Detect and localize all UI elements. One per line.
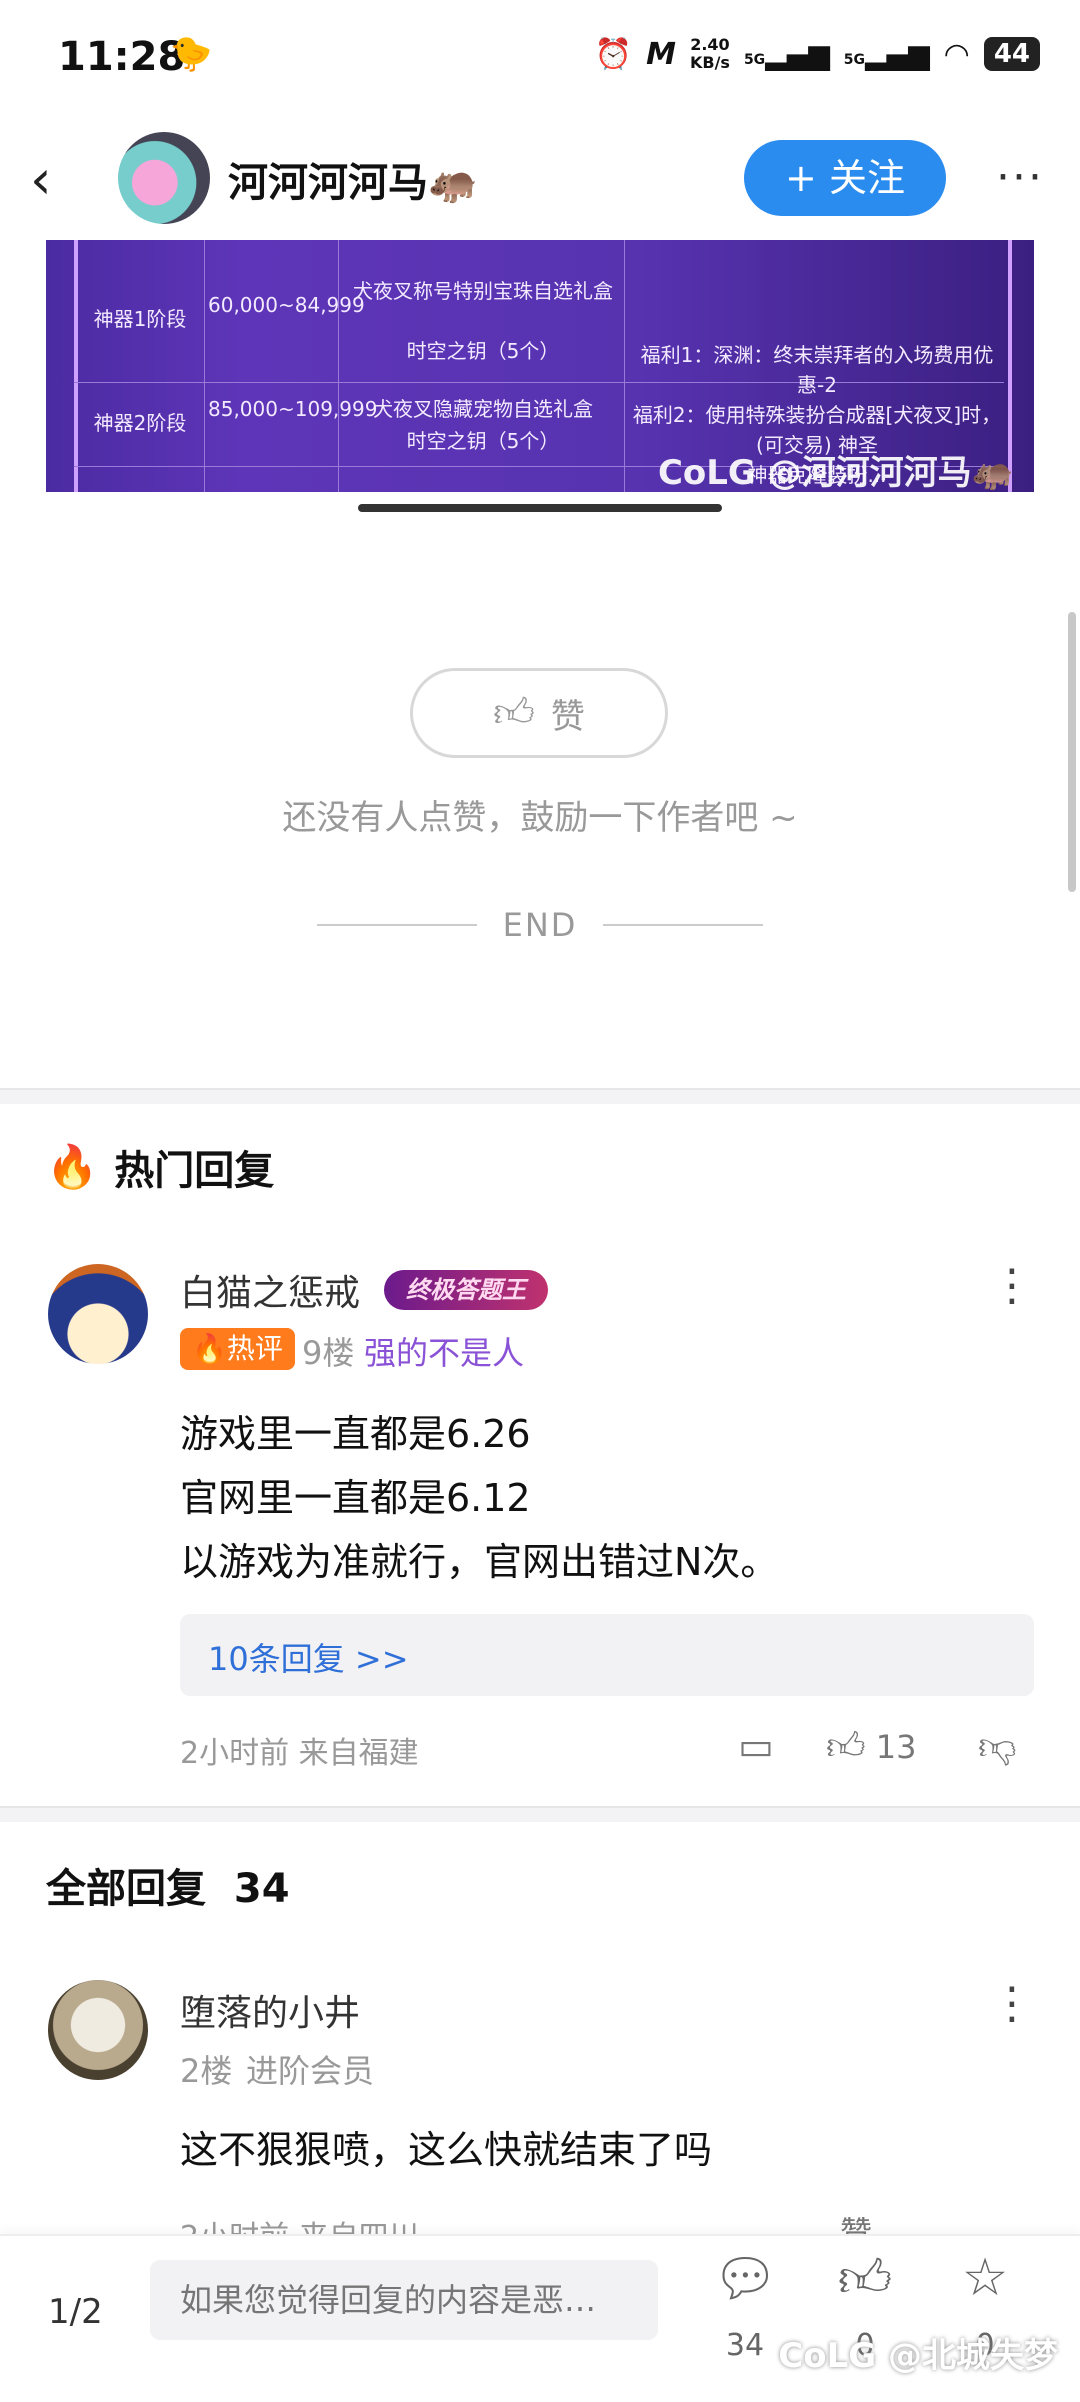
network-brand-icon: 𝙈 xyxy=(646,36,676,72)
hot-replies-title: 🔥 热门回复 xyxy=(46,1142,275,1194)
bottom-toolbar: 1/2 💬︎ 34 👍︎ 0 ☆ 0 CoLG @北城失梦 xyxy=(0,2234,1080,2402)
battery-icon: 44 xyxy=(983,37,1040,71)
comment-like-button[interactable]: 👍︎ 13 xyxy=(826,1724,916,1770)
table-cell: 神器1阶段 xyxy=(93,307,187,331)
like-count: 13 xyxy=(875,1728,917,1766)
author-avatar[interactable] xyxy=(118,132,210,224)
image-watermark: CoLG @北城失梦 xyxy=(778,2336,1058,2376)
signal-icon: 5G▂▄▆ xyxy=(743,37,830,71)
network-speed: 2.40 KB/s xyxy=(689,35,730,72)
wifi-icon: ◠ xyxy=(943,36,970,72)
divider-line xyxy=(603,924,764,926)
comment-line: 官网里一直都是6.12 xyxy=(180,1476,531,1520)
like-hint: 还没有人点赞，鼓励一下作者吧 ~ xyxy=(282,798,798,838)
table-cell: 时空之钥（5个） xyxy=(406,429,560,453)
table-divider xyxy=(204,240,205,492)
like-button[interactable]: 👍︎ 赞 xyxy=(410,668,668,758)
reply-input[interactable] xyxy=(150,2260,658,2340)
divider-line xyxy=(316,924,477,926)
page-indicator[interactable]: 1/2 xyxy=(48,2292,103,2332)
signal-icon-2: 5G▂▄▆ xyxy=(843,37,930,71)
user-badge[interactable]: 终极答题王 xyxy=(384,1270,548,1310)
view-replies-link[interactable]: 10条回复 >> xyxy=(208,1634,409,1680)
author-name[interactable]: 河河河河马🦛 xyxy=(228,150,478,208)
post-image[interactable]: 神器1阶段 60,000~84,999 犬夜叉称号特别宝珠自选礼盒 时空之钥（5… xyxy=(46,240,1034,492)
more-options-icon[interactable]: ⋮ xyxy=(990,1982,1034,2026)
table-cell: 85,000~109,999 xyxy=(208,397,378,421)
all-replies-title: 全部回复 34 xyxy=(46,1866,290,1912)
username[interactable]: 堕落的小井 xyxy=(180,1984,360,2036)
table-cell: 时空之钥（5个） xyxy=(406,339,560,363)
alarm-icon: ⏰ xyxy=(594,36,633,72)
table-cell: 福利1：深渊：终末崇拜者的入场费用优惠-2 xyxy=(640,343,994,397)
status-icons: ⏰ 𝙈 2.40 KB/s 5G▂▄▆ 5G▂▄▆ ◠ 44 xyxy=(595,36,1040,72)
user-avatar[interactable] xyxy=(48,1980,148,2080)
like-label: 赞 xyxy=(550,696,585,737)
comment-line: 以游戏为准就行，官网出错过N次。 xyxy=(180,1540,779,1584)
clock: 11:28 xyxy=(58,34,186,80)
more-icon[interactable]: ··· xyxy=(996,152,1044,203)
comment-icon[interactable]: 💬︎ xyxy=(700,2248,790,2309)
dislike-button[interactable]: 👎︎ xyxy=(978,1724,1017,1770)
notification-icon: 🐤 xyxy=(170,34,213,74)
thumbs-up-icon[interactable]: 👍︎ xyxy=(820,2248,910,2310)
table-divider xyxy=(624,240,625,492)
more-options-icon[interactable]: ⋮ xyxy=(990,1264,1034,1308)
table-cell: 60,000~84,999 xyxy=(208,293,365,317)
user-group: 强的不是人 xyxy=(364,1334,525,1372)
table-divider xyxy=(338,240,339,492)
user-group: 进阶会员 xyxy=(246,2052,375,2090)
page-scrollbar[interactable] xyxy=(1068,612,1076,892)
username[interactable]: 白猫之惩戒 xyxy=(180,1264,360,1316)
thumbs-down-icon: 👎︎ xyxy=(978,1724,1017,1768)
comment-line: 这不狠狠喷，这么快就结束了吗 xyxy=(180,2128,713,2172)
user-avatar[interactable] xyxy=(48,1264,148,1364)
floor-number: 2楼 xyxy=(180,2052,233,2090)
thumbs-up-icon: 👍︎ xyxy=(826,1724,866,1768)
replies-preview[interactable]: 10条回复 >> xyxy=(180,1614,1034,1696)
comment-meta: 2小时前 来自福建 xyxy=(180,1736,419,1771)
status-bar: 11:28 🐤 ⏰ 𝙈 2.40 KB/s 5G▂▄▆ 5G▂▄▆ ◠ 44 xyxy=(0,0,1080,120)
comment-icon: ▭ xyxy=(738,1724,774,1768)
follow-button[interactable]: + 关注 xyxy=(744,140,946,216)
fire-icon: 🔥 xyxy=(46,1142,99,1191)
thumbs-up-icon: 👍︎ xyxy=(493,690,535,736)
comment-count: 34 xyxy=(725,2328,765,2363)
end-label: END xyxy=(502,906,578,944)
table-cell: 神器2阶段 xyxy=(93,411,187,435)
image-carousel-indicator xyxy=(358,504,722,512)
section-divider xyxy=(0,1088,1080,1104)
reply-count: 34 xyxy=(233,1866,290,1912)
section-divider xyxy=(0,1806,1080,1822)
back-icon[interactable]: ‹ xyxy=(30,150,80,210)
hot-comment-tag: 🔥热评 xyxy=(180,1328,295,1370)
comment-button[interactable]: ▭ xyxy=(738,1724,774,1768)
end-marker: END xyxy=(0,906,1080,944)
table-cell: 犬夜叉称号特别宝珠自选礼盒 xyxy=(353,279,613,303)
image-watermark: CoLG @河河河河马🦛 xyxy=(657,453,1014,492)
comment-line: 游戏里一直都是6.26 xyxy=(180,1412,531,1456)
table-cell: 犬夜叉隐藏宠物自选礼盒 xyxy=(373,397,593,421)
top-nav: ‹ 河河河河马🦛 + 关注 ··· xyxy=(0,120,1080,240)
star-icon[interactable]: ☆ xyxy=(940,2248,1030,2308)
floor-number: 9楼 xyxy=(302,1334,355,1372)
